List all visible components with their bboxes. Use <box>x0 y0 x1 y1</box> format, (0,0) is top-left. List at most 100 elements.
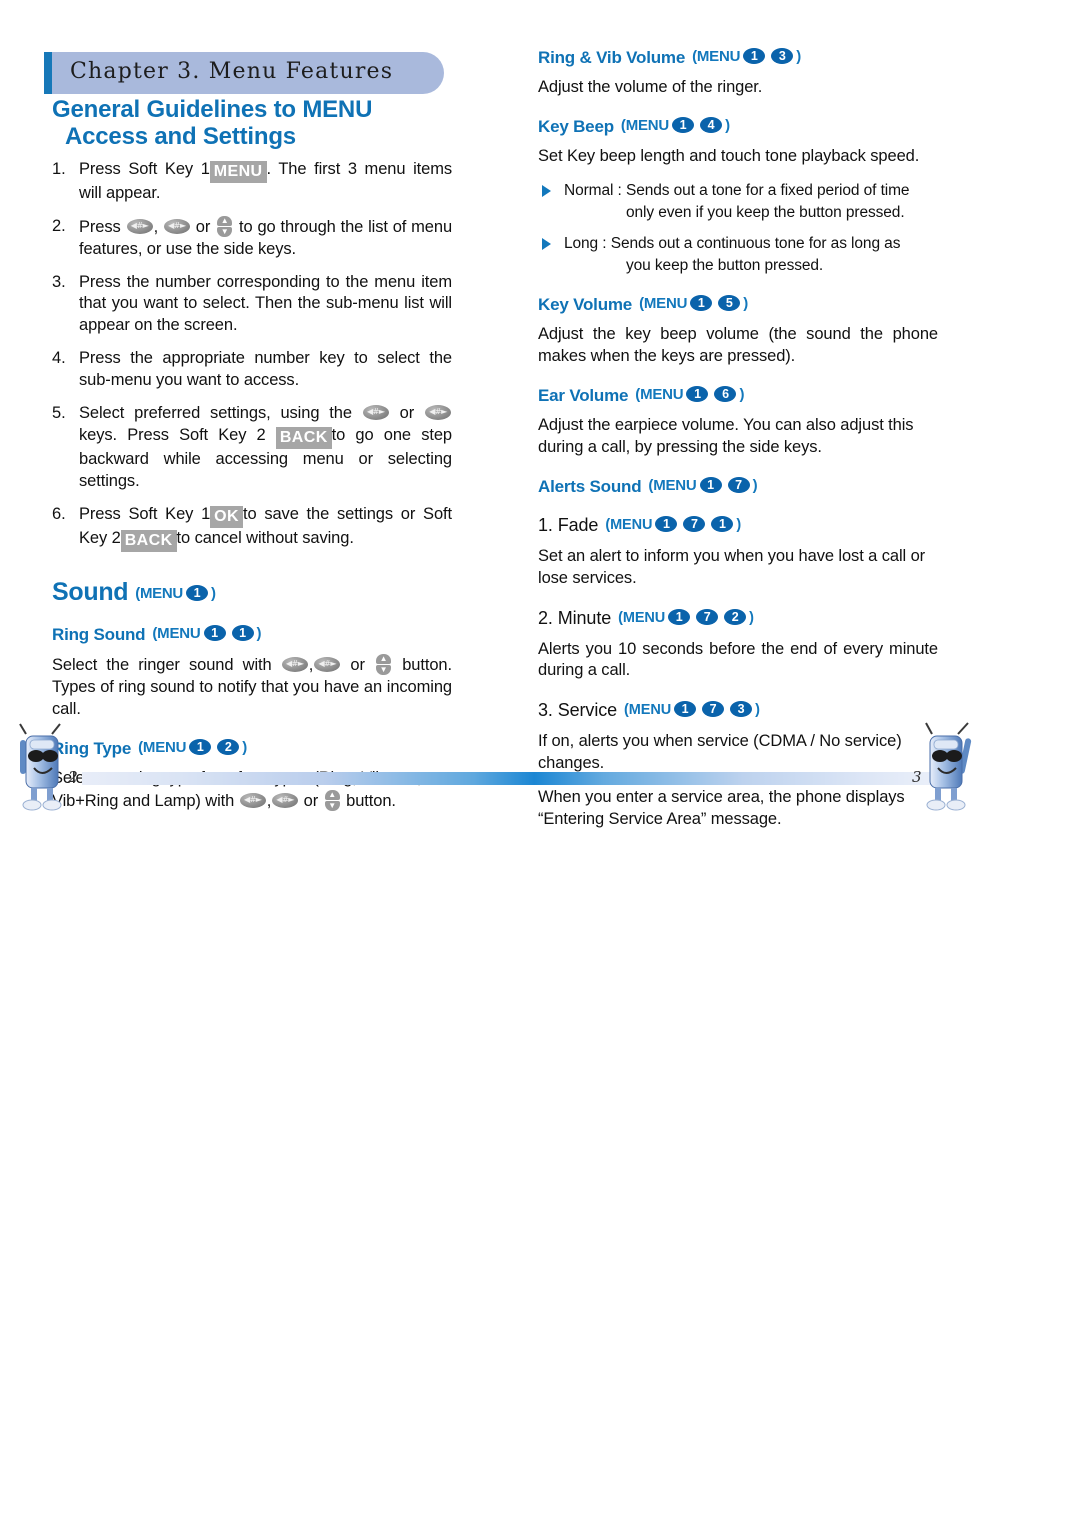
step-text-mid: keys. Press Soft Key 2 <box>79 426 266 445</box>
menu-code-dot: 4 <box>700 116 723 133</box>
menu-path: (MENU 1 5) <box>639 294 749 312</box>
menu-label: MENU <box>622 609 666 626</box>
chapter-title: Chapter 3. Menu Features <box>70 59 394 84</box>
list-item: Long : Sends out a continuous tone for a… <box>538 233 938 277</box>
subsection-body: Adjust the earpiece volume. You can also… <box>538 415 914 456</box>
menu-label: MENU <box>142 738 187 756</box>
triangle-bullet-icon <box>542 237 551 250</box>
list-item: 5. Select preferred settings, using the … <box>52 403 452 493</box>
subsection-heading-ear-volume: Ear Volume (MENU 1 6) <box>538 385 938 406</box>
section-heading-sound: Sound (MENU 1) <box>52 578 452 607</box>
menu-code-dot: 3 <box>771 48 794 64</box>
section-title: Sound <box>52 578 129 607</box>
step-text: Press the appropriate number key to sele… <box>79 349 452 390</box>
step-text: Press Soft Key 1 <box>79 159 210 178</box>
star-key-icon: ◀#► <box>163 218 190 234</box>
menu-code-dot: 7 <box>702 701 725 718</box>
alerts-item-heading-minute: 2. Minute (MENU 1 7 2) <box>538 608 938 629</box>
menu-code-dot: 7 <box>727 476 750 493</box>
softkey-ok-box[interactable]: OK <box>210 506 243 529</box>
step-text: Press <box>79 217 121 236</box>
manual-page: Chapter 3. Menu Features General Guideli… <box>0 0 1080 1528</box>
step-number: 1. <box>52 159 66 178</box>
page-title-line2: Access and Settings <box>65 123 296 151</box>
menu-label: MENU <box>625 116 670 134</box>
menu-label: MENU <box>139 585 183 603</box>
menu-code-dot: 1 <box>711 515 734 532</box>
menu-code-dot: 1 <box>185 585 208 602</box>
menu-label: MENU <box>643 294 688 312</box>
clear-key-icon: ◀#► <box>239 792 266 808</box>
alerts-item-heading-fade: 1. Fade (MENU 1 7 1) <box>538 515 938 536</box>
alerts-item-body: Alerts you 10 seconds before the end of … <box>538 639 938 680</box>
subsection-heading-key-volume: Key Volume (MENU 1 5) <box>538 294 938 315</box>
menu-path: (MENU 1 4) <box>620 116 730 134</box>
alerts-item-heading-service: 3. Service (MENU 1 7 3) <box>538 700 938 721</box>
subsection-body: Adjust the key beep volume (the sound th… <box>538 324 938 365</box>
menu-path: (MENU 1 7) <box>648 476 758 494</box>
alerts-item-body: Set an alert to inform you when you have… <box>538 546 926 587</box>
step-number: 4. <box>52 349 66 368</box>
menu-code-dot: 5 <box>718 294 741 311</box>
step-number: 3. <box>52 272 66 291</box>
softkey-back-box[interactable]: BACK <box>120 530 177 553</box>
left-column: General Guidelines to MENU Access and Se… <box>52 96 452 825</box>
clear-key-icon: ◀#► <box>126 218 153 234</box>
phone-mascot-icon <box>14 718 80 814</box>
menu-code-dot: 1 <box>699 476 722 493</box>
step-text-tail: to cancel without saving. <box>176 529 354 548</box>
subsection-body: Set Key beep length and touch tone playb… <box>538 146 920 165</box>
menu-path: (MENU 1 2) <box>138 738 248 756</box>
menu-code-dot: 6 <box>714 385 737 402</box>
body-or: or <box>303 791 319 810</box>
menu-code-dot: 1 <box>690 294 713 311</box>
softkey-menu-box[interactable]: MENU <box>209 160 267 183</box>
list-item: 4. Press the appropriate number key to s… <box>52 348 452 392</box>
softkey-back-box[interactable]: BACK <box>275 427 332 450</box>
menu-code-dot: 1 <box>668 608 691 625</box>
alerts-item-body-extra: When you enter a service area, the phone… <box>538 788 905 829</box>
step-number: 6. <box>52 505 66 524</box>
alerts-item-title: 3. Service <box>538 700 618 721</box>
menu-code-dot: 7 <box>683 515 706 532</box>
menu-label: MENU <box>610 516 653 533</box>
alerts-item-body: If on, alerts you when service (CDMA / N… <box>538 732 902 773</box>
body-text-tail: button. <box>346 791 396 810</box>
menu-code-dot: 1 <box>655 515 678 532</box>
triangle-bullet-icon <box>542 184 551 197</box>
chapter-banner: Chapter 3. Menu Features <box>44 52 444 94</box>
side-updown-key-icon: ▲ ▼ <box>324 789 340 811</box>
right-column: Ring & Vib Volume (MENU 1 3) Adjust the vol… <box>538 48 938 843</box>
menu-path: (MENU 1 1) <box>152 625 262 643</box>
star-key-icon: ◀#► <box>314 657 341 673</box>
side-updown-key-icon: ▲ ▼ <box>376 654 392 676</box>
menu-label: MENU <box>696 48 741 65</box>
subsection-heading-ring-vib-volume: Ring & Vib Volume (MENU 1 3) <box>538 48 938 68</box>
step-comma: , <box>153 217 163 236</box>
list-item: 6. Press Soft Key 1 OK to save the setting… <box>52 504 452 553</box>
menu-code-dot: 1 <box>203 625 226 642</box>
menu-path: (MENU 1 3) <box>692 48 802 65</box>
footer-gradient-bar <box>82 772 952 785</box>
menu-code-dot: 1 <box>674 701 697 718</box>
body-or: or <box>350 656 365 675</box>
menu-path: (MENU 1 7 1) <box>605 515 742 533</box>
side-updown-key-icon: ▲ ▼ <box>217 215 233 237</box>
list-item: 1. Press Soft Key 1 MENU. The first 3 men… <box>52 159 452 205</box>
menu-code-dot: 1 <box>231 625 254 642</box>
step-text: Press Soft Key 1 <box>79 505 211 524</box>
subsection-title: Ring & Vib Volume <box>538 48 686 67</box>
menu-path: (MENU 1 7 2) <box>618 608 754 626</box>
subsection-title: Key Beep <box>538 116 614 136</box>
clear-key-icon: ◀#► <box>281 657 308 673</box>
subsection-title: Key Volume <box>538 294 633 314</box>
step-text: Select preferred settings, using the <box>79 404 352 423</box>
subsection-heading-ring-type: Ring Type (MENU 1 2) <box>52 738 452 759</box>
subsection-heading-alerts-sound: Alerts Sound (MENU 1 7) <box>538 476 938 497</box>
menu-code-dot: 3 <box>730 701 753 718</box>
menu-path: (MENU 1 6) <box>635 385 745 403</box>
menu-code-dot: 2 <box>217 738 240 755</box>
menu-code-dot: 1 <box>743 48 766 64</box>
subsection-heading-key-beep: Key Beep (MENU 1 4) <box>538 116 938 137</box>
chapter-accent-bar <box>44 52 52 94</box>
